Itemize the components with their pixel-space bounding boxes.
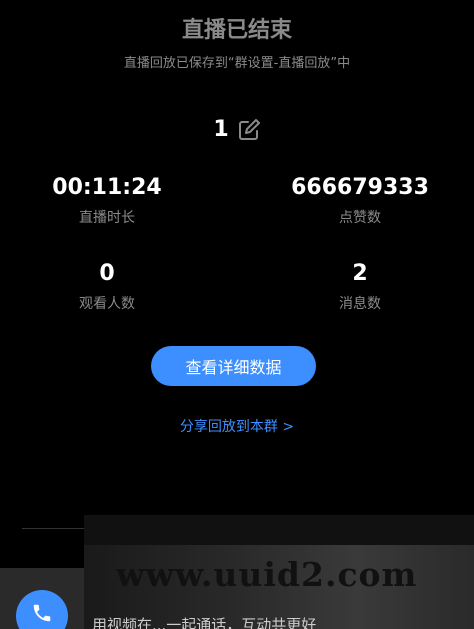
stat-duration: 00:11:24 直播时长	[27, 174, 187, 228]
page-title: 直播已结束	[181, 18, 292, 43]
stat-viewers: 0 观看人数	[27, 260, 187, 314]
room-number: 1	[213, 117, 229, 142]
stat-viewers-value: 0	[99, 261, 115, 286]
stat-messages-label: 消息数	[339, 296, 381, 312]
divider	[22, 528, 84, 529]
stat-messages-value: 2	[352, 261, 368, 286]
watermark: www.uuid2.com	[116, 555, 418, 594]
stat-messages: 2 消息数	[280, 260, 440, 314]
room-number-row: 1	[0, 117, 474, 142]
stat-likes-value: 666679333	[291, 175, 429, 200]
stat-viewers-label: 观看人数	[79, 296, 135, 312]
stat-duration-label: 直播时长	[79, 210, 135, 226]
stat-likes-label: 点赞数	[339, 210, 381, 226]
share-replay-link[interactable]: 分享回放到本群 >	[0, 416, 474, 436]
edit-icon[interactable]	[237, 118, 261, 142]
view-details-button[interactable]: 查看详细数据	[151, 346, 316, 386]
blurred-banner-top	[84, 515, 474, 545]
stat-duration-value: 00:11:24	[52, 175, 162, 200]
replay-saved-notice: 直播回放已保存到“群设置-直播回放”中	[123, 56, 351, 71]
stat-likes: 666679333 点赞数	[280, 174, 440, 228]
bottom-promo-text: 用视频在...一起通话，互动共更好	[92, 616, 317, 629]
